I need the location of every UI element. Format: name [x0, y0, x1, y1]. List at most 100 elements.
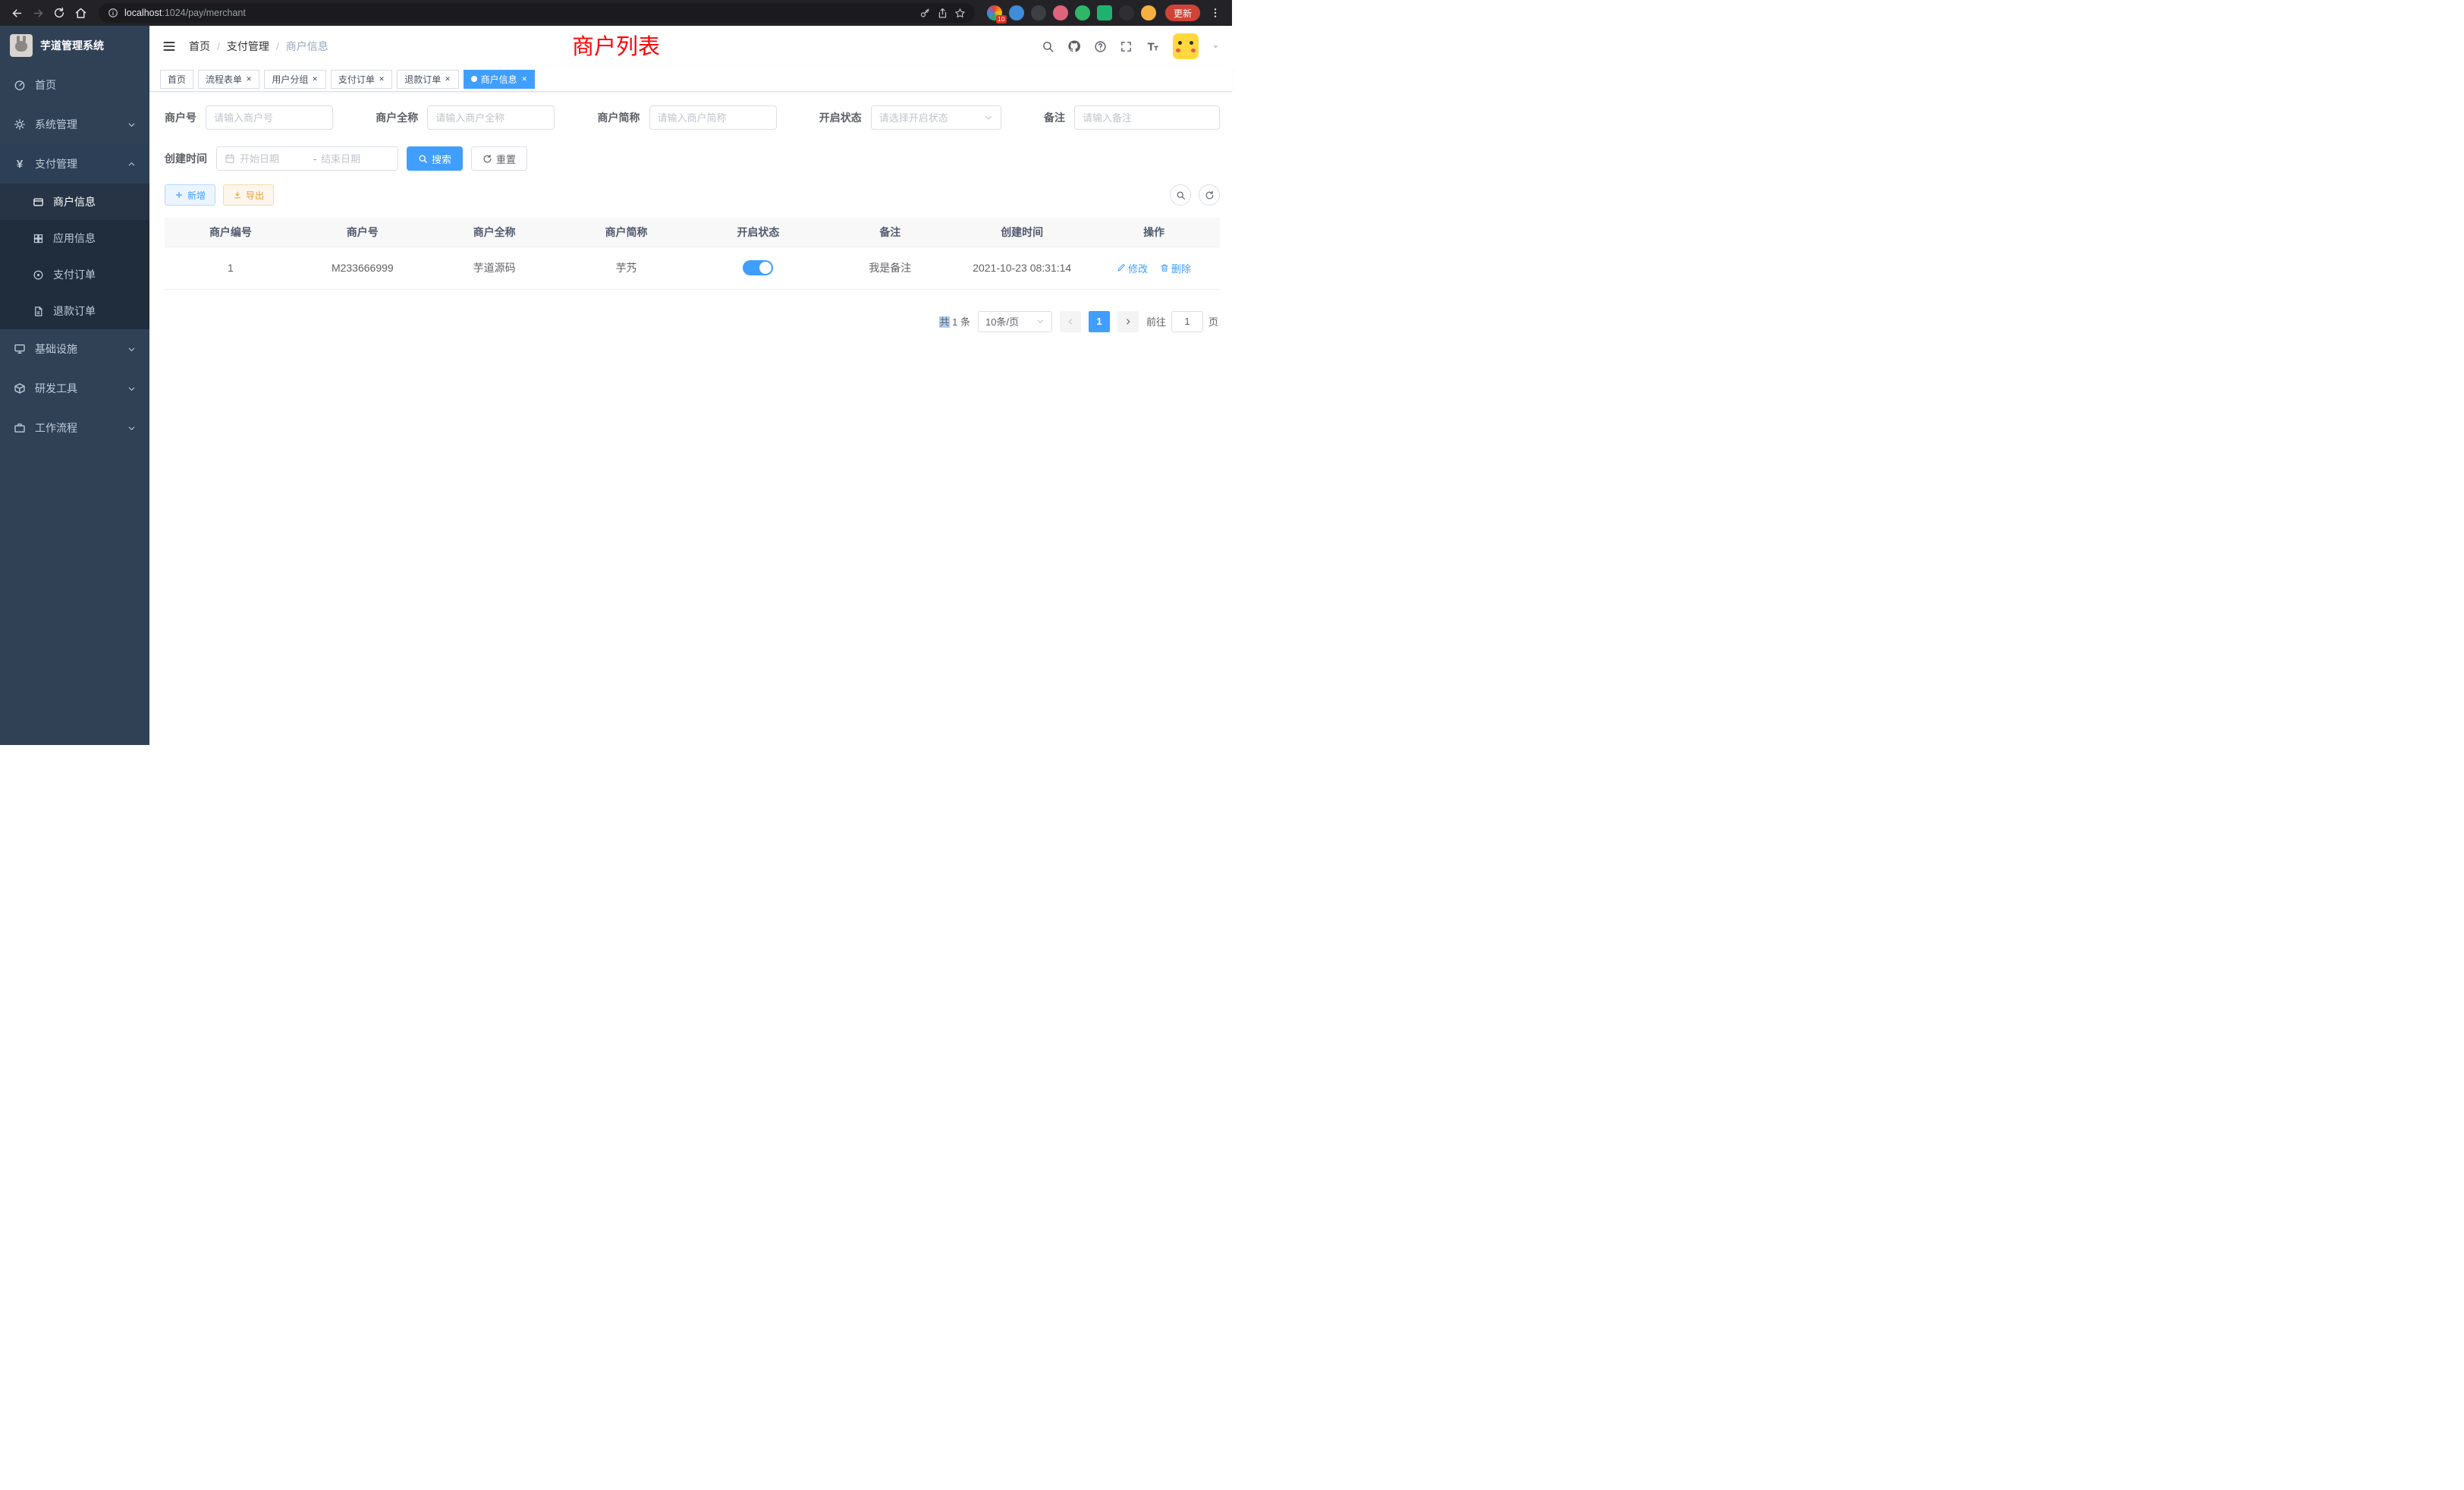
- goto-page-input[interactable]: [1171, 311, 1203, 332]
- sidebar-item-app-info[interactable]: 应用信息: [0, 220, 149, 256]
- tab-process-form[interactable]: 流程表单: [198, 70, 259, 89]
- browser-home-button[interactable]: [70, 2, 91, 24]
- hamburger-icon[interactable]: [162, 39, 177, 54]
- browser-menu-icon[interactable]: [1205, 2, 1226, 24]
- extension-badge: 10: [996, 15, 1007, 24]
- font-size-icon[interactable]: [1146, 40, 1160, 53]
- col-status: 开启状态: [693, 218, 825, 247]
- merchant-table: 商户编号 商户号 商户全称 商户简称 开启状态 备注 创建时间 操作 1 M23…: [165, 218, 1220, 290]
- add-button[interactable]: 新增: [165, 184, 215, 206]
- delete-button[interactable]: 删除: [1160, 261, 1191, 275]
- refresh-button[interactable]: [1199, 184, 1220, 206]
- extension-icon-blue[interactable]: [1009, 5, 1024, 20]
- profile-avatar-icon[interactable]: [1141, 5, 1156, 20]
- tab-refund-order[interactable]: 退款订单: [397, 70, 458, 89]
- extension-icon-colorwheel[interactable]: 10: [987, 5, 1002, 20]
- filter-form-row2: 创建时间 - 搜索 重置: [165, 146, 1220, 171]
- field-remark: 备注: [1044, 105, 1220, 130]
- close-icon[interactable]: [379, 75, 385, 83]
- sidebar-item-workflow[interactable]: 工作流程: [0, 408, 149, 448]
- fullscreen-icon[interactable]: [1120, 40, 1133, 53]
- extension-icon-dark[interactable]: [1031, 5, 1046, 20]
- chevron-down-icon: [127, 424, 136, 432]
- sidebar-item-label: 系统管理: [35, 117, 77, 132]
- search-button[interactable]: 搜索: [407, 146, 463, 171]
- tab-pay-order[interactable]: 支付订单: [331, 70, 392, 89]
- full-name-input-field[interactable]: [435, 112, 546, 124]
- close-icon[interactable]: [246, 75, 252, 83]
- sidebar-item-refund-order[interactable]: 退款订单: [0, 293, 149, 329]
- date-end-input[interactable]: [321, 153, 390, 165]
- page-size-select[interactable]: 10条/页: [978, 311, 1052, 332]
- page-1-button[interactable]: 1: [1089, 311, 1110, 332]
- url-text[interactable]: localhost:1024/pay/merchant: [124, 8, 246, 18]
- share-icon[interactable]: [937, 8, 948, 19]
- sidebar-item-label: 首页: [35, 77, 56, 93]
- prev-page-button[interactable]: [1060, 311, 1081, 332]
- sidebar-item-home[interactable]: 首页: [0, 65, 149, 105]
- field-label: 商户号: [165, 110, 196, 125]
- breadcrumb-home[interactable]: 首页: [189, 39, 210, 54]
- field-status: 开启状态: [819, 105, 1001, 130]
- address-bar[interactable]: localhost:1024/pay/merchant: [99, 3, 975, 23]
- gear-icon: [14, 118, 26, 130]
- sidebar-item-pay-order[interactable]: 支付订单: [0, 256, 149, 293]
- remark-input[interactable]: [1074, 105, 1220, 130]
- sidebar-item-infrastructure[interactable]: 基础设施: [0, 329, 149, 369]
- close-icon[interactable]: [445, 75, 451, 83]
- cell-full-name: 芋道源码: [429, 247, 561, 289]
- breadcrumb-separator: /: [276, 40, 279, 52]
- status-toggle[interactable]: [743, 260, 773, 275]
- status-select[interactable]: [871, 105, 1001, 130]
- field-label: 商户全称: [376, 110, 418, 125]
- edit-button[interactable]: 修改: [1117, 261, 1148, 275]
- breadcrumb-payment[interactable]: 支付管理: [227, 39, 269, 54]
- reset-button[interactable]: 重置: [471, 146, 527, 171]
- cube-icon: [14, 382, 26, 395]
- merchant-no-input[interactable]: [206, 105, 333, 130]
- extension-icon-green-square[interactable]: [1097, 5, 1112, 20]
- password-key-icon[interactable]: [919, 8, 931, 19]
- close-icon[interactable]: [521, 75, 527, 83]
- export-button[interactable]: 导出: [223, 184, 274, 206]
- grid-icon: [32, 232, 44, 244]
- create-time-range-picker[interactable]: -: [216, 146, 398, 171]
- browser-back-button[interactable]: [6, 2, 27, 24]
- toggle-search-button[interactable]: [1170, 184, 1191, 206]
- search-icon[interactable]: [1042, 40, 1054, 53]
- github-icon[interactable]: [1067, 39, 1081, 53]
- short-name-input-field[interactable]: [658, 112, 768, 124]
- sidebar-item-label: 支付订单: [53, 267, 96, 282]
- table-toolbar: 新增 导出: [165, 184, 1220, 206]
- sidebar-item-system[interactable]: 系统管理: [0, 105, 149, 144]
- short-name-input[interactable]: [649, 105, 777, 130]
- next-page-button[interactable]: [1117, 311, 1139, 332]
- filter-form-row1: 商户号 商户全称 商户简称: [165, 105, 1220, 130]
- date-start-input[interactable]: [240, 153, 309, 165]
- bookmark-star-icon[interactable]: [954, 8, 966, 19]
- sidebar-item-payment[interactable]: ¥ 支付管理: [0, 144, 149, 184]
- full-name-input[interactable]: [427, 105, 555, 130]
- site-info-icon[interactable]: [108, 8, 118, 18]
- extension-icon-green-circle[interactable]: [1075, 5, 1090, 20]
- tab-user-group[interactable]: 用户分组: [264, 70, 325, 89]
- browser-reload-button[interactable]: [49, 2, 70, 24]
- browser-forward-button[interactable]: [27, 2, 49, 24]
- close-icon[interactable]: [312, 75, 318, 83]
- user-avatar[interactable]: [1173, 33, 1199, 59]
- sidebar-item-devtools[interactable]: 研发工具: [0, 369, 149, 408]
- extension-icon-pink[interactable]: [1053, 5, 1068, 20]
- status-select-field[interactable]: [879, 112, 979, 124]
- browser-update-button[interactable]: 更新: [1165, 5, 1200, 21]
- tab-home[interactable]: 首页: [160, 70, 193, 89]
- tab-merchant-info[interactable]: 商户信息: [464, 70, 535, 89]
- cell-remark: 我是备注: [824, 247, 956, 289]
- help-icon[interactable]: [1094, 40, 1107, 53]
- pagination-goto: 前往 页: [1146, 311, 1218, 332]
- app-logo[interactable]: 芋道管理系统: [0, 26, 149, 65]
- caret-down-icon[interactable]: [1212, 42, 1220, 51]
- extension-icon-black[interactable]: [1119, 5, 1134, 20]
- merchant-no-input-field[interactable]: [214, 112, 325, 124]
- remark-input-field[interactable]: [1083, 112, 1212, 124]
- sidebar-item-merchant-info[interactable]: 商户信息: [0, 184, 149, 220]
